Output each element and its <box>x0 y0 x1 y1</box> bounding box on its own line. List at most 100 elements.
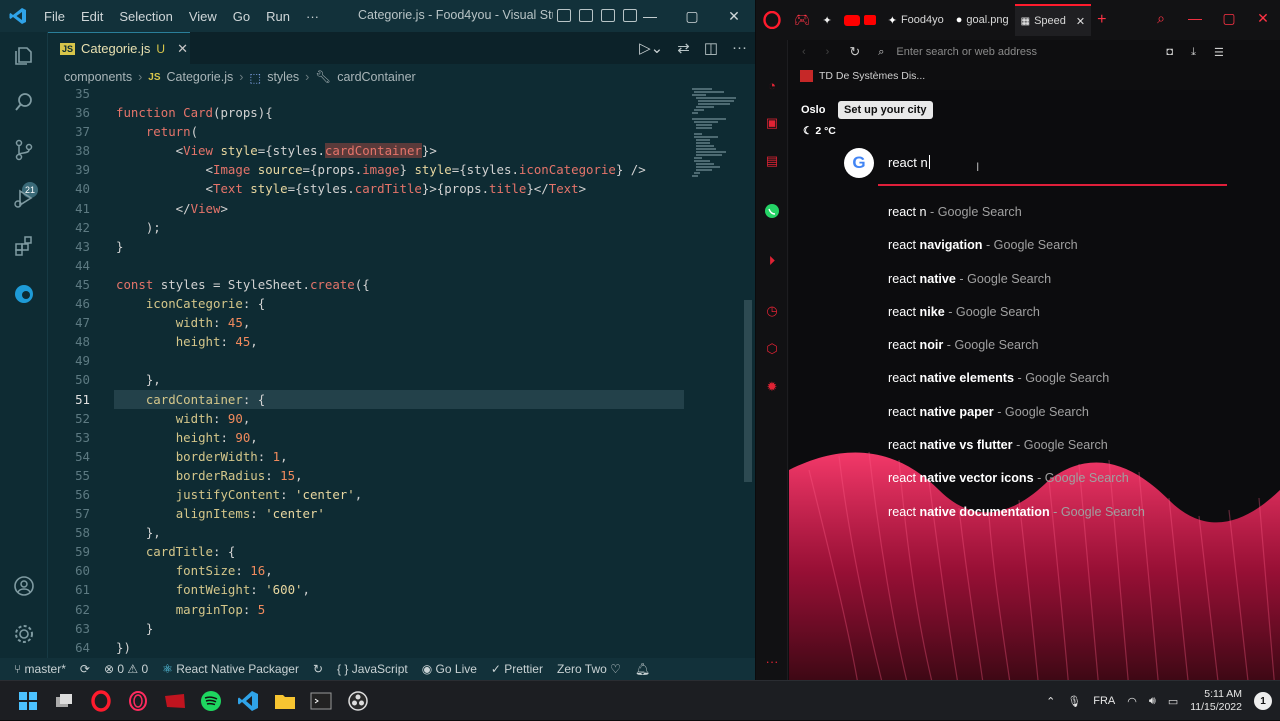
tab-speed-dial[interactable]: ▦ Speed ✕ <box>1014 4 1092 36</box>
theme-status[interactable]: Zero Two ♡ <box>557 662 621 676</box>
tab-categorie-js[interactable]: JS Categorie.js U ✕ <box>48 32 190 64</box>
menu-run[interactable]: Run <box>258 9 298 24</box>
close-tab-icon[interactable]: ✕ <box>1076 15 1085 28</box>
close-button[interactable]: ✕ <box>1246 0 1280 36</box>
easy-setup-icon[interactable]: ☰ <box>1214 46 1224 59</box>
breadcrumb-components[interactable]: components <box>64 70 132 84</box>
split-editor-icon[interactable]: ◫ <box>704 39 718 57</box>
toggle-panel-icon[interactable] <box>579 9 593 22</box>
open-changes-icon[interactable]: ⇄ <box>677 39 690 57</box>
spotify-taskbar-icon[interactable] <box>199 689 223 713</box>
notifications-bell-icon[interactable]: 🔔︎ <box>635 662 650 676</box>
problems-status[interactable]: ⊗ 0 ⚠ 0 <box>104 662 148 676</box>
camera-icon[interactable]: ◘ <box>1166 46 1173 58</box>
search-input[interactable]: react n <box>888 155 930 170</box>
bookmark-td-systemes[interactable]: TD De Systèmes Dis... <box>819 70 925 82</box>
menu-more[interactable]: ··· <box>298 9 327 24</box>
run-play-icon[interactable]: ▷⌄ <box>639 39 663 57</box>
editor-scrollbar[interactable] <box>744 300 752 482</box>
code-editor[interactable]: 35 36 37 38 39 40 41 42 43 44 45 46 47 48 49 50 51 52 53 54… <box>48 84 755 658</box>
speed-dial-icon[interactable]: ◔ <box>763 76 781 94</box>
explorer-icon[interactable] <box>10 42 38 70</box>
tab-puzzle-icon[interactable]: ✦ <box>817 5 838 35</box>
maximize-button[interactable]: ▢ <box>1212 0 1246 36</box>
menu-file[interactable]: File <box>36 9 73 24</box>
search-suggestion[interactable]: react nike - Google Search <box>888 300 1145 333</box>
show-hidden-icons-chevron-up-icon[interactable]: ⌃ <box>1046 695 1055 708</box>
windows-start-icon[interactable] <box>16 689 40 713</box>
download-icon[interactable]: ⤓ <box>1191 46 1196 59</box>
sync-icon[interactable]: ⟳ <box>80 662 90 676</box>
back-icon[interactable]: ‹ <box>802 46 806 58</box>
breadcrumb-styles[interactable]: styles <box>267 70 299 84</box>
refresh-icon[interactable]: ↻ <box>313 662 323 676</box>
language-mode[interactable]: { } JavaScript <box>337 662 408 676</box>
go-live-status[interactable]: ◉ Go Live <box>422 662 477 676</box>
maximize-button[interactable]: ▢ <box>671 0 713 32</box>
search-suggestion[interactable]: react noir - Google Search <box>888 333 1145 366</box>
minimap[interactable] <box>686 84 744 658</box>
input-language[interactable]: FRA <box>1093 695 1115 707</box>
source-control-icon[interactable] <box>10 136 38 164</box>
battery-icon[interactable]: ▭ <box>1168 695 1178 708</box>
menu-selection[interactable]: Selection <box>111 9 180 24</box>
search-suggestion[interactable]: react n - Google Search <box>888 200 1145 233</box>
notification-badge-icon[interactable]: 1 <box>1254 692 1272 710</box>
close-button[interactable]: ✕ <box>713 0 755 32</box>
forward-icon[interactable]: › <box>826 46 830 58</box>
vscode-taskbar-icon[interactable] <box>236 689 260 713</box>
tab-food4you[interactable]: ✦ Food4yo <box>882 5 950 35</box>
toggle-sidebar-icon[interactable] <box>557 9 571 22</box>
new-tab-button[interactable]: + <box>1091 5 1112 35</box>
file-explorer-taskbar-icon[interactable] <box>273 689 297 713</box>
player-icon[interactable]: ⏵ <box>763 252 781 270</box>
breadcrumb-file[interactable]: Categorie.js <box>167 70 234 84</box>
settings-gear-icon[interactable]: ✹ <box>763 378 781 396</box>
minimize-button[interactable]: — <box>1178 0 1212 36</box>
search-icon[interactable] <box>10 88 38 116</box>
search-suggestion[interactable]: react native vs flutter - Google Search <box>888 433 1145 466</box>
tab-youtube-icon[interactable] <box>838 5 882 35</box>
account-icon[interactable] <box>10 572 38 600</box>
opera-taskbar-icon[interactable] <box>89 689 113 713</box>
run-debug-icon[interactable] <box>10 184 38 212</box>
breadcrumb-cardcontainer[interactable]: cardContainer <box>337 70 416 84</box>
opera-logo-icon[interactable] <box>756 11 788 29</box>
red-app-taskbar-icon[interactable] <box>163 689 187 713</box>
more-actions-icon[interactable]: ··· <box>732 39 747 57</box>
packager-status[interactable]: ⚛ React Native Packager <box>162 662 299 676</box>
weather-city[interactable]: Oslo <box>801 104 825 116</box>
extensions-icon[interactable] <box>10 232 38 260</box>
history-clock-icon[interactable]: ◷ <box>763 302 781 320</box>
address-input[interactable]: Enter search or web address <box>896 46 1166 58</box>
clock[interactable]: 5:11 AM 11/15/2022 <box>1190 688 1242 714</box>
wifi-icon[interactable]: ◠ <box>1127 695 1137 708</box>
search-suggestion[interactable]: react navigation - Google Search <box>888 233 1145 266</box>
reload-icon[interactable]: ↻ <box>849 44 860 60</box>
more-icon[interactable]: ··· <box>763 652 781 670</box>
prettier-status[interactable]: ✓ Prettier <box>491 662 543 676</box>
tab-gaming-icon[interactable]: 🎮︎ <box>788 5 817 35</box>
cube-icon[interactable]: ⬡ <box>763 340 781 358</box>
branch-status[interactable]: ⑂ master* <box>14 662 66 676</box>
search-suggestion[interactable]: react native vector icons - Google Searc… <box>888 466 1145 499</box>
tab-goal-png[interactable]: ● goal.png <box>950 5 1015 35</box>
code-lines[interactable]: function Card(props){ return( <View styl… <box>114 84 686 657</box>
search-suggestion[interactable]: react native - Google Search <box>888 267 1145 300</box>
search-tabs-icon[interactable]: ⌕ <box>1144 0 1178 36</box>
edge-icon[interactable] <box>10 280 38 308</box>
tab-close-icon[interactable]: ✕ <box>177 41 188 57</box>
search-suggestion[interactable]: react native elements - Google Search <box>888 366 1145 399</box>
shopping-bag-icon[interactable]: ▣ <box>763 114 781 132</box>
obs-taskbar-icon[interactable] <box>346 689 370 713</box>
menu-view[interactable]: View <box>181 9 225 24</box>
task-view-icon[interactable] <box>52 689 76 713</box>
menu-go[interactable]: Go <box>225 9 258 24</box>
terminal-taskbar-icon[interactable] <box>309 689 333 713</box>
whatsapp-icon[interactable] <box>763 202 781 220</box>
setup-city-tooltip[interactable]: Set up your city <box>838 101 933 119</box>
minimize-button[interactable]: — <box>629 0 671 32</box>
menu-edit[interactable]: Edit <box>73 9 111 24</box>
twitch-icon[interactable]: ▤ <box>763 152 781 170</box>
microphone-icon[interactable]: 🎙︎ <box>1067 695 1081 708</box>
